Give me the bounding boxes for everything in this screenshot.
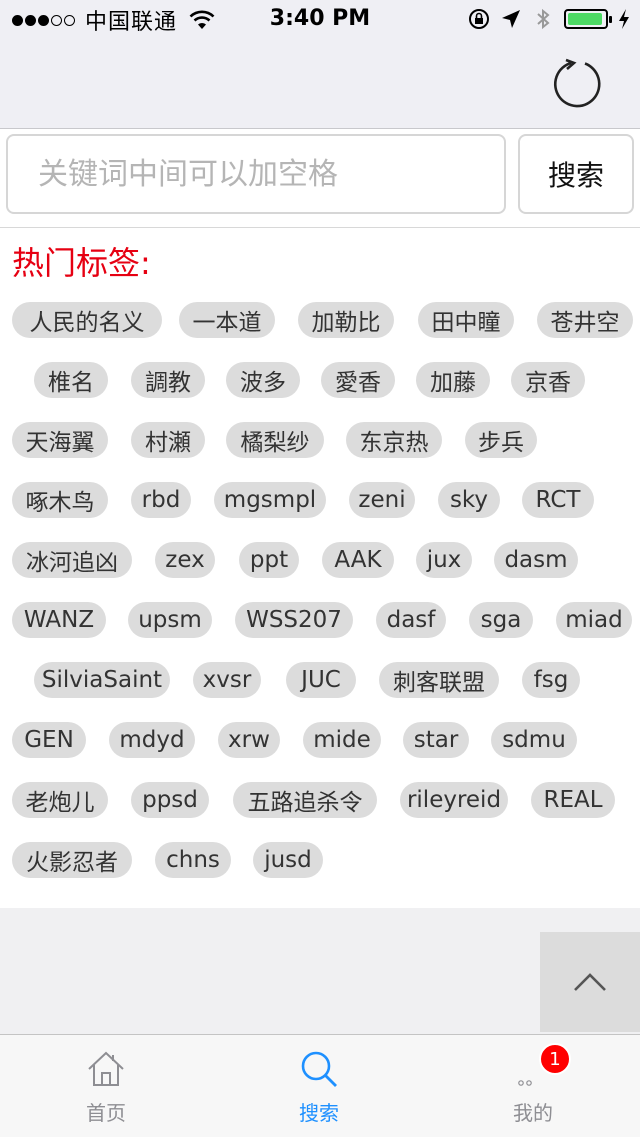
search-button[interactable]: 搜索 [518, 134, 634, 214]
tag-row: 啄木鸟 rbd mgsmpl zeni sky RCT [0, 482, 640, 522]
tag-chip[interactable]: RCT [522, 482, 594, 518]
tag-chip[interactable]: 一本道 [179, 302, 275, 338]
navigation-bar [0, 40, 640, 129]
tag-chip[interactable]: jusd [253, 842, 323, 878]
tag-chip[interactable]: WANZ [12, 602, 106, 638]
tag-chip[interactable]: AAK [322, 542, 394, 578]
tag-chip[interactable]: mdyd [109, 722, 195, 758]
tag-chip[interactable]: 橘梨纱 [226, 422, 324, 458]
tag-chip[interactable]: 苍井空 [537, 302, 633, 338]
tag-row: 人民的名义 一本道 加勒比 田中瞳 苍井空 [0, 302, 640, 342]
tag-chip[interactable]: sky [438, 482, 500, 518]
tag-chip[interactable]: sdmu [491, 722, 577, 758]
tag-chip[interactable]: upsm [128, 602, 212, 638]
tag-chip[interactable]: 东京热 [346, 422, 442, 458]
tag-row: 椎名 調教 波多 愛香 加藤 京香 [0, 362, 640, 402]
tag-chip[interactable]: rileyreid [400, 782, 508, 818]
home-icon [88, 1051, 124, 1086]
tag-chip[interactable]: miad [556, 602, 632, 638]
tag-row: 冰河追凶 zex ppt AAK jux dasm [0, 542, 640, 582]
status-right [468, 8, 630, 30]
tag-chip[interactable]: 啄木鸟 [12, 482, 108, 518]
tab-mine[interactable]: 1 我的 [473, 1035, 593, 1137]
tag-chip[interactable]: rbd [131, 482, 191, 518]
charging-bolt-icon [619, 9, 629, 29]
tag-chip[interactable]: 調教 [131, 362, 205, 398]
tag-chip[interactable]: 火影忍者 [12, 842, 132, 878]
tag-chip[interactable]: mgsmpl [214, 482, 326, 518]
tag-chip[interactable]: mide [303, 722, 381, 758]
tag-chip[interactable]: 愛香 [321, 362, 395, 398]
tag-row: GEN mdyd xrw mide star sdmu [0, 722, 640, 762]
tab-mine-label: 我的 [513, 1101, 553, 1125]
tag-chip[interactable]: 京香 [511, 362, 585, 398]
tag-row: 老炮儿 ppsd 五路追杀令 rileyreid REAL [0, 782, 640, 822]
tag-chip[interactable]: zex [155, 542, 215, 578]
tag-chip[interactable]: 五路追杀令 [233, 782, 377, 818]
tag-row: 天海翼 村瀬 橘梨纱 东京热 步兵 [0, 422, 640, 462]
back-to-top-button[interactable] [540, 932, 640, 1032]
tag-chip[interactable]: 波多 [226, 362, 300, 398]
tag-chip[interactable]: SilviaSaint [34, 662, 170, 698]
tag-row: SilviaSaint xvsr JUC 刺客联盟 fsg [0, 662, 640, 702]
status-bar: 中国联通 3:40 PM [0, 0, 640, 40]
chevron-up-icon [574, 973, 606, 991]
tag-chip[interactable]: star [403, 722, 469, 758]
tag-chip[interactable]: WSS207 [235, 602, 353, 638]
refresh-icon[interactable] [552, 58, 604, 110]
hot-tags-title: 热门标签: [12, 244, 151, 282]
orientation-lock-icon [469, 9, 489, 29]
tag-chip[interactable]: 天海翼 [12, 422, 108, 458]
tab-home-label: 首页 [86, 1101, 126, 1125]
search-input[interactable] [6, 134, 506, 214]
search-bar: 搜索 [0, 129, 640, 228]
bluetooth-icon [537, 8, 550, 30]
tag-chip[interactable]: REAL [531, 782, 615, 818]
tag-chip[interactable]: 人民的名义 [12, 302, 162, 338]
tag-chip[interactable]: jux [416, 542, 472, 578]
tag-chip[interactable]: xrw [218, 722, 280, 758]
tag-chip[interactable]: sga [469, 602, 533, 638]
tag-chip[interactable]: 加藤 [416, 362, 490, 398]
tag-row: 火影忍者 chns jusd [0, 842, 640, 882]
tag-chip[interactable]: 老炮儿 [12, 782, 108, 818]
tag-chip[interactable]: dasf [376, 602, 446, 638]
tag-chip[interactable]: JUC [286, 662, 356, 698]
tag-chip[interactable]: 冰河追凶 [12, 542, 132, 578]
notification-badge: 1 [539, 1043, 571, 1075]
tag-chip[interactable]: 田中瞳 [418, 302, 514, 338]
tag-chip[interactable]: 村瀬 [131, 422, 205, 458]
search-icon [301, 1051, 337, 1087]
tab-home[interactable]: 首页 [46, 1035, 166, 1137]
tag-chip[interactable]: 刺客联盟 [379, 662, 499, 698]
tag-chip[interactable]: ppsd [131, 782, 209, 818]
tag-chip[interactable]: 加勒比 [298, 302, 394, 338]
tag-row: WANZ upsm WSS207 dasf sga miad [0, 602, 640, 642]
tag-chip[interactable]: fsg [522, 662, 580, 698]
tag-chip[interactable]: ppt [239, 542, 299, 578]
tag-chip[interactable]: xvsr [193, 662, 261, 698]
tag-chip[interactable]: 步兵 [465, 422, 537, 458]
hot-tags-panel: 热门标签: 人民的名义 一本道 加勒比 田中瞳 苍井空 椎名 調教 波多 愛香 … [0, 228, 640, 908]
tab-bar: 首页 搜索 1 我的 [0, 1034, 640, 1137]
tab-search[interactable]: 搜索 [259, 1035, 379, 1137]
location-arrow-icon [502, 10, 520, 28]
tab-search-label: 搜索 [299, 1101, 339, 1125]
tag-chip[interactable]: 椎名 [34, 362, 108, 398]
tag-chip[interactable]: chns [155, 842, 231, 878]
battery-icon [564, 9, 612, 29]
tag-chip[interactable]: zeni [349, 482, 415, 518]
tag-chip[interactable]: GEN [12, 722, 86, 758]
tag-chip[interactable]: dasm [494, 542, 578, 578]
